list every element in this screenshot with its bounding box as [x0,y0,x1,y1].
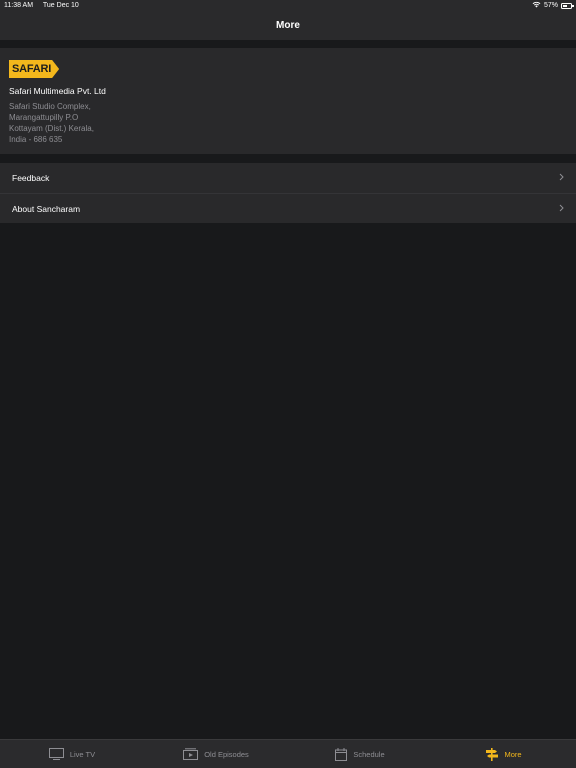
address-line: Marangattupilly P.O [9,113,79,122]
battery-icon [561,2,574,9]
signpost-icon [486,747,499,761]
status-time: 11:38 AM [4,2,34,9]
company-name: Safari Multimedia Pvt. Ltd [9,86,106,96]
status-date: Tue Dec 10 [42,2,79,9]
tab-more[interactable]: More [432,740,576,768]
safari-logo: SAFARI [9,60,60,78]
status-left: 11:38 AM Tue Dec 10 [4,2,87,9]
menu-list: Feedback About Sancharam [0,163,576,223]
tab-label: More [504,749,522,759]
menu-item-label: Feedback [12,173,50,183]
video-icon [183,748,199,760]
tab-label: Schedule [353,749,385,759]
menu-item-feedback[interactable]: Feedback [0,163,576,193]
tab-label: Old Episodes [204,749,249,759]
address-line: Kottayam (Dist.) Kerala, [9,124,94,133]
tv-icon [48,748,64,760]
calendar-icon [335,747,348,761]
status-bar: 11:38 AM Tue Dec 10 57% [0,0,576,11]
status-right: 57% [532,1,574,10]
tab-old-episodes[interactable]: Old Episodes [144,740,288,768]
battery-fill [563,4,567,7]
tab-bar: Live TV Old Episodes Schedule More [0,739,576,768]
menu-item-about[interactable]: About Sancharam [0,193,576,223]
page-title: More [276,20,300,31]
nav-bar: More [0,11,576,40]
wifi-icon [532,1,541,10]
menu-item-label: About Sancharam [12,203,81,214]
chevron-right-icon [559,172,564,184]
tab-schedule[interactable]: Schedule [288,740,432,768]
battery-percent: 57% [543,2,558,9]
address-line: Safari Studio Complex, [9,102,91,111]
tab-label: Live TV [69,749,96,759]
screen: 11:38 AM Tue Dec 10 57% More SAFARI Safa… [0,0,576,768]
chevron-right-icon [559,203,564,215]
company-address: Safari Studio Complex, Marangattupilly P… [9,101,567,145]
company-info-card: SAFARI Safari Multimedia Pvt. Ltd Safari… [0,48,576,154]
address-line: India - 686 635 [9,135,63,144]
tab-live-tv[interactable]: Live TV [0,740,144,768]
